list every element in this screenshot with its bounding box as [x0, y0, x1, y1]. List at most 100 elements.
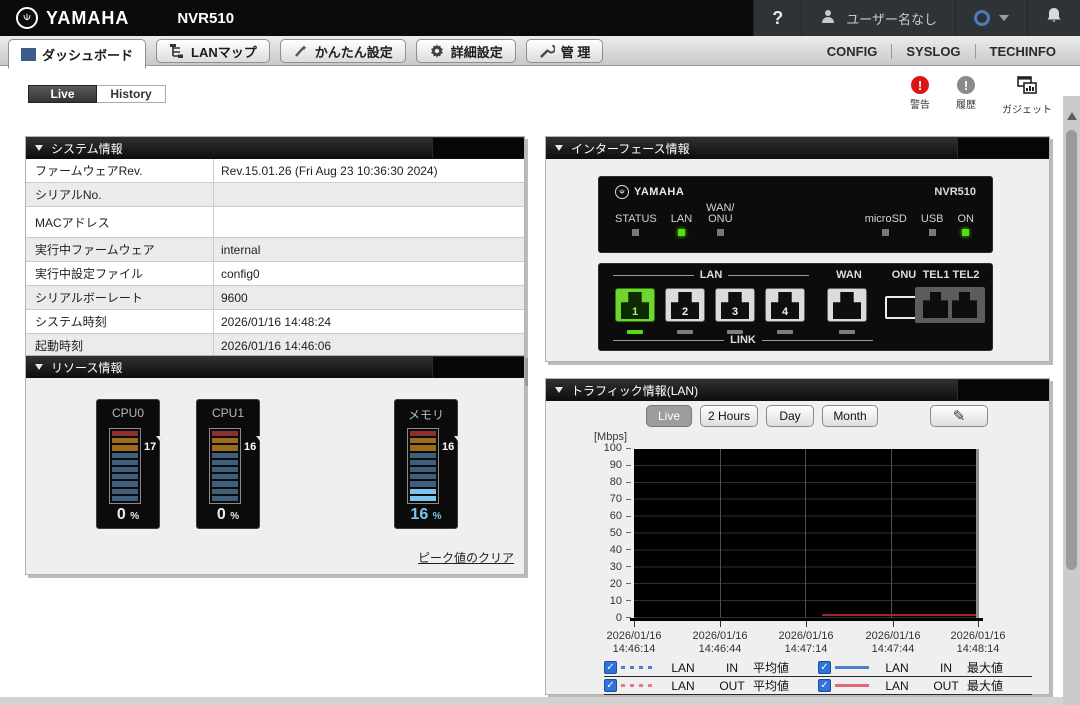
panel-title: システム情報	[51, 140, 123, 157]
row-label: シリアルボーレート	[26, 286, 214, 309]
peak-marker: 16	[442, 442, 458, 453]
gauge-percent: 16 %	[395, 506, 457, 524]
y-axis-ticks: 1009080706050403020100	[588, 443, 622, 624]
tab-label: 詳細設定	[451, 42, 503, 61]
lan-in-avg-checkbox[interactable]	[604, 661, 617, 674]
edit-graph-button[interactable]: ✎	[930, 405, 988, 427]
peak-marker: 17	[144, 442, 160, 453]
tab-lan-map[interactable]: LANマップ	[156, 39, 270, 63]
range-2hours-button[interactable]: 2 Hours	[700, 405, 758, 427]
dashboard-content: Live History ! 警告 ! 履歴 ガジェット システ	[0, 66, 1080, 705]
cpu1-gauge: CPU1 16 0 %	[196, 399, 260, 529]
x-axis-label: 2026/01/1614:47:14	[763, 630, 849, 656]
gauge-title: メモリ	[395, 406, 457, 423]
lan-port-3: 3	[715, 288, 755, 322]
tab-label: LANマップ	[191, 42, 257, 61]
table-row: 実行中ファームウェアinternal	[26, 238, 524, 262]
lan-out-avg-checkbox[interactable]	[604, 679, 617, 692]
gauge-title: CPU0	[97, 406, 159, 420]
front-led-row: STATUS LAN WAN/ONU microSD USB ON	[615, 203, 976, 236]
system-info-header[interactable]: システム情報	[26, 137, 524, 159]
live-history-toggle: Live History	[28, 85, 166, 103]
header-block	[957, 138, 1049, 158]
lan-out-max-line-sample	[835, 684, 869, 687]
row-label: 実行中設定ファイル	[26, 262, 214, 285]
yamaha-logo-icon	[16, 7, 38, 29]
lan-in-max-line-sample	[835, 666, 869, 669]
lan-port-2: 2	[665, 288, 705, 322]
history-log-button[interactable]: ! 履歴	[956, 76, 976, 116]
syslog-link[interactable]: SYSLOG	[891, 44, 974, 59]
user-menu[interactable]: ユーザー名なし	[801, 0, 955, 36]
brand: YAMAHA	[0, 7, 129, 29]
row-label: 起動時刻	[26, 334, 214, 357]
tab-label: ダッシュボード	[42, 45, 133, 64]
help-button[interactable]: ?	[753, 0, 801, 36]
help-icon: ?	[772, 8, 783, 29]
gauge-bar	[109, 428, 141, 504]
x-axis-label: 2026/01/1614:47:44	[850, 630, 936, 656]
main-tabs: ダッシュボード LANマップ かんたん設定 詳細設定	[8, 39, 603, 69]
wrench-icon	[539, 43, 555, 59]
tab-management[interactable]: 管 理	[526, 39, 604, 63]
memory-gauge: メモリ 16 16 %	[394, 399, 458, 529]
techinfo-link[interactable]: TECHINFO	[975, 44, 1070, 59]
gadget-label: ガジェット	[1002, 101, 1052, 116]
notification-button[interactable]	[1027, 0, 1080, 36]
main-toolbar: ダッシュボード LANマップ かんたん設定 詳細設定	[0, 36, 1080, 66]
lan-led	[678, 229, 685, 236]
range-month-button[interactable]: Month	[822, 405, 878, 427]
tab-label: 管 理	[561, 42, 591, 61]
lan-out-avg-line-sample	[621, 684, 655, 687]
tel2-port	[952, 292, 977, 318]
config-link[interactable]: CONFIG	[813, 44, 892, 59]
range-day-button[interactable]: Day	[766, 405, 814, 427]
row-value: 2026/01/16 14:48:24	[214, 310, 524, 333]
gauge-title: CPU1	[197, 406, 259, 420]
tab-easy-setup[interactable]: かんたん設定	[280, 39, 406, 63]
gadget-button[interactable]: ガジェット	[1002, 76, 1052, 116]
top-bar: YAMAHA NVR510 ? ユーザー名なし	[0, 0, 1080, 36]
resource-info-panel: リソース情報 CPU0 17 0 % CPU1 16 0 % メモリ 16 16…	[25, 355, 525, 575]
lan-map-tree-icon	[169, 44, 185, 59]
traffic-info-header[interactable]: トラフィック情報(LAN)	[546, 379, 1049, 401]
table-row: シリアルボーレート9600	[26, 286, 524, 310]
tab-dashboard[interactable]: ダッシュボード	[8, 39, 146, 69]
row-value: 2026/01/16 14:46:06	[214, 334, 524, 357]
lan-out-max-checkbox[interactable]	[818, 679, 831, 692]
status-dropdown[interactable]	[955, 0, 1027, 36]
lan-port-1: 1	[615, 288, 655, 322]
warning-label: 警告	[910, 96, 930, 111]
yamaha-logo-icon	[615, 185, 629, 199]
range-live-button[interactable]: Live	[646, 405, 692, 427]
username-label: ユーザー名なし	[846, 9, 937, 28]
row-label: システム時刻	[26, 310, 214, 333]
table-row: ファームウェアRev.Rev.15.01.26 (Fri Aug 23 10:3…	[26, 159, 524, 183]
clear-peak-link[interactable]: ピーク値のクリア	[418, 549, 514, 566]
interface-info-header[interactable]: インターフェース情報	[546, 137, 1049, 159]
nvr510-dashboard: YAMAHA NVR510 ? ユーザー名なし	[0, 0, 1080, 705]
traffic-legend: LAN IN 平均値 LAN IN 最大値	[604, 659, 1032, 695]
status-ring-icon	[974, 10, 990, 26]
row-label: シリアルNo.	[26, 183, 214, 206]
page-bottom-strip	[0, 697, 1080, 705]
x-axis-label: 2026/01/1614:46:14	[591, 630, 677, 656]
peak-marker: 16	[244, 442, 260, 453]
row-label: 実行中ファームウェア	[26, 238, 214, 261]
lan-in-max-checkbox[interactable]	[818, 661, 831, 674]
row-label: ファームウェアRev.	[26, 159, 214, 182]
pencil-icon: ✎	[953, 407, 966, 425]
wan-onu-led	[717, 229, 724, 236]
status-led	[632, 229, 639, 236]
scrollbar-up-arrow[interactable]	[1063, 108, 1080, 124]
resource-info-header[interactable]: リソース情報	[26, 356, 524, 378]
live-tab[interactable]: Live	[28, 85, 97, 103]
tab-advanced-settings[interactable]: 詳細設定	[416, 39, 516, 63]
history-tab[interactable]: History	[97, 85, 166, 103]
warning-button[interactable]: ! 警告	[910, 76, 930, 116]
system-info-panel: システム情報 ファームウェアRev.Rev.15.01.26 (Fri Aug …	[25, 136, 525, 383]
vertical-scrollbar[interactable]	[1063, 96, 1080, 705]
legend-row-in: LAN IN 平均値 LAN IN 最大値	[604, 659, 1032, 677]
scrollbar-thumb[interactable]	[1066, 130, 1077, 570]
panel-title: トラフィック情報(LAN)	[571, 382, 698, 399]
